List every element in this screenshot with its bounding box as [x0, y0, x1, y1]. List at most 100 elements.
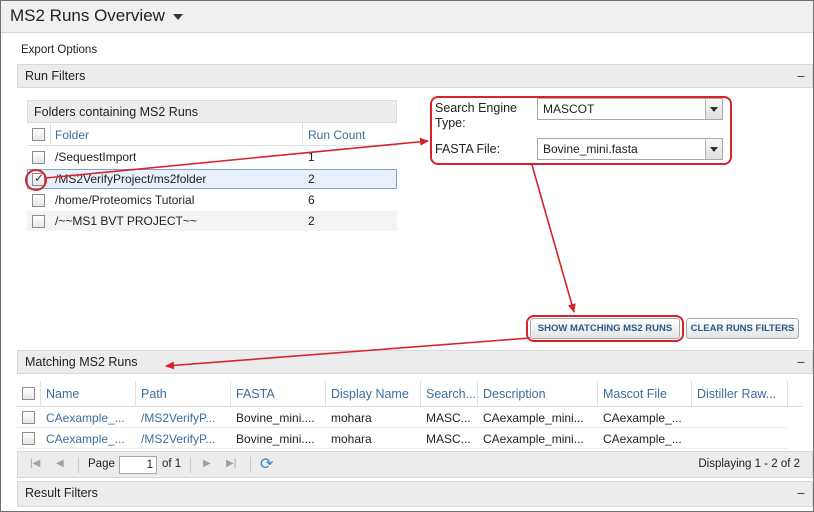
- column-divider: [787, 381, 788, 407]
- run-display-name: mohara: [331, 432, 372, 446]
- column-divider: [40, 381, 41, 407]
- matching-runs-grid: Name Path FASTA Display Name Search... D…: [17, 381, 803, 449]
- next-page-icon[interactable]: ▶: [203, 458, 211, 469]
- column-divider: [302, 123, 303, 146]
- search-engine-label: Search Engine: [435, 101, 518, 115]
- column-divider: [135, 381, 136, 407]
- fasta-file-value: Bovine_mini.fasta: [543, 142, 638, 156]
- export-options-link[interactable]: Export Options: [21, 44, 97, 56]
- folders-grid-title-bar: Folders containing MS2 Runs: [27, 100, 397, 123]
- column-divider: [230, 381, 231, 407]
- chevron-down-icon[interactable]: [705, 99, 722, 119]
- folders-grid-header: Folder Run Count: [27, 123, 397, 146]
- run-filters-header: Run Filters −: [17, 64, 813, 88]
- page-label: Page: [88, 458, 115, 470]
- toolbar-separator: [250, 457, 251, 473]
- title-bar: MS2 Runs Overview: [1, 1, 813, 33]
- folders-grid-title: Folders containing MS2 Runs: [34, 105, 198, 119]
- folder-row-checkbox[interactable]: [32, 151, 45, 164]
- show-matching-runs-button[interactable]: SHOW MATCHING MS2 RUNS: [530, 318, 680, 339]
- fasta-file-label: FASTA File:: [435, 142, 501, 156]
- folder-path: /MS2VerifyProject/ms2folder: [55, 172, 207, 186]
- folder-row-selected[interactable]: /MS2VerifyProject/ms2folder 2: [27, 169, 397, 189]
- run-name-link[interactable]: CAexample_...: [46, 411, 125, 425]
- run-row[interactable]: CAexample_... /MS2VerifyP... Bovine_mini…: [17, 408, 787, 428]
- folder-run-count: 2: [308, 214, 315, 228]
- folder-row-checkbox[interactable]: [32, 215, 45, 228]
- run-fasta: Bovine_mini....: [236, 411, 315, 425]
- column-divider: [50, 123, 51, 146]
- mascot-file-column-header[interactable]: Mascot File: [603, 387, 667, 401]
- collapse-run-filters-icon[interactable]: −: [797, 68, 805, 84]
- select-all-folders-checkbox[interactable]: [32, 128, 45, 141]
- folder-row[interactable]: /home/Proteomics Tutorial 6: [27, 190, 397, 210]
- first-page-icon[interactable]: |◀: [30, 458, 40, 469]
- distiller-column-header[interactable]: Distiller Raw...: [697, 387, 776, 401]
- matching-runs-title: Matching MS2 Runs: [25, 355, 138, 369]
- select-all-runs-checkbox[interactable]: [22, 387, 35, 400]
- run-fasta: Bovine_mini....: [236, 432, 315, 446]
- collapse-result-filters-icon[interactable]: −: [797, 485, 805, 501]
- run-path-link[interactable]: /MS2VerifyP...: [141, 411, 215, 425]
- folder-run-count: 2: [308, 172, 315, 186]
- folder-row[interactable]: /SequestImport 1: [27, 147, 397, 167]
- matching-runs-header: Matching MS2 Runs −: [17, 350, 813, 374]
- search-engine-label-2: Type:: [435, 116, 466, 130]
- run-count-column-header[interactable]: Run Count: [308, 128, 365, 142]
- previous-page-icon[interactable]: ◀: [56, 458, 64, 469]
- folder-row[interactable]: /~~MS1 BVT PROJECT~~ 2: [27, 211, 397, 231]
- toolbar-separator: [190, 457, 191, 473]
- run-display-name: mohara: [331, 411, 372, 425]
- run-search-engine: MASC...: [426, 411, 471, 425]
- folder-run-count: 1: [308, 150, 315, 164]
- description-column-header[interactable]: Description: [483, 387, 546, 401]
- title-menu-caret-icon[interactable]: [173, 14, 183, 20]
- column-divider: [325, 381, 326, 407]
- page-number-input[interactable]: 1: [119, 456, 157, 474]
- page-count-label: of 1: [162, 458, 182, 470]
- display-name-column-header[interactable]: Display Name: [331, 387, 409, 401]
- collapse-matching-runs-icon[interactable]: −: [797, 354, 805, 370]
- pagination-toolbar: |◀ ◀ Page 1 of 1 ▶ ▶| ⟳ Displaying 1 - 2…: [17, 451, 813, 478]
- folder-path: /~~MS1 BVT PROJECT~~: [55, 214, 197, 228]
- chevron-down-icon[interactable]: [705, 139, 722, 159]
- clear-runs-filters-button[interactable]: CLEAR RUNS FILTERS: [686, 318, 799, 339]
- runs-grid-header: Name Path FASTA Display Name Search... D…: [17, 381, 803, 407]
- path-column-header[interactable]: Path: [141, 387, 167, 401]
- folder-row-checkbox[interactable]: [32, 194, 45, 207]
- refresh-icon[interactable]: ⟳: [260, 454, 273, 474]
- result-filters-title: Result Filters: [25, 486, 98, 500]
- run-mascot-file: CAexample_...: [603, 411, 682, 425]
- toolbar-separator: [78, 457, 79, 473]
- run-mascot-file: CAexample_...: [603, 432, 682, 446]
- column-divider: [597, 381, 598, 407]
- fasta-file-select[interactable]: Bovine_mini.fasta: [537, 138, 723, 160]
- run-filters-title: Run Filters: [25, 69, 86, 83]
- last-page-icon[interactable]: ▶|: [226, 458, 236, 469]
- run-row[interactable]: CAexample_... /MS2VerifyP... Bovine_mini…: [17, 429, 787, 449]
- folder-path: /home/Proteomics Tutorial: [55, 193, 195, 207]
- search-column-header[interactable]: Search...: [426, 387, 476, 401]
- run-description: CAexample_mini...: [483, 432, 584, 446]
- folder-row-checkbox-checked[interactable]: [32, 171, 45, 186]
- run-search-engine: MASC...: [426, 432, 471, 446]
- displaying-count: Displaying 1 - 2 of 2: [698, 458, 800, 470]
- search-engine-value: MASCOT: [543, 102, 595, 116]
- name-column-header[interactable]: Name: [46, 387, 79, 401]
- folder-column-header[interactable]: Folder: [55, 128, 89, 142]
- run-row-checkbox[interactable]: [22, 411, 35, 424]
- folders-grid: Folders containing MS2 Runs Folder Run C…: [27, 100, 397, 232]
- run-name-link[interactable]: CAexample_...: [46, 432, 125, 446]
- folder-run-count: 6: [308, 193, 315, 207]
- run-row-checkbox[interactable]: [22, 432, 35, 445]
- folder-path: /SequestImport: [55, 150, 137, 164]
- run-description: CAexample_mini...: [483, 411, 584, 425]
- column-divider: [420, 381, 421, 407]
- fasta-column-header[interactable]: FASTA: [236, 387, 275, 401]
- page-title: MS2 Runs Overview: [10, 6, 165, 25]
- run-path-link[interactable]: /MS2VerifyP...: [141, 432, 215, 446]
- column-divider: [691, 381, 692, 407]
- result-filters-header: Result Filters −: [17, 481, 813, 507]
- search-engine-select[interactable]: MASCOT: [537, 98, 723, 120]
- column-divider: [477, 381, 478, 407]
